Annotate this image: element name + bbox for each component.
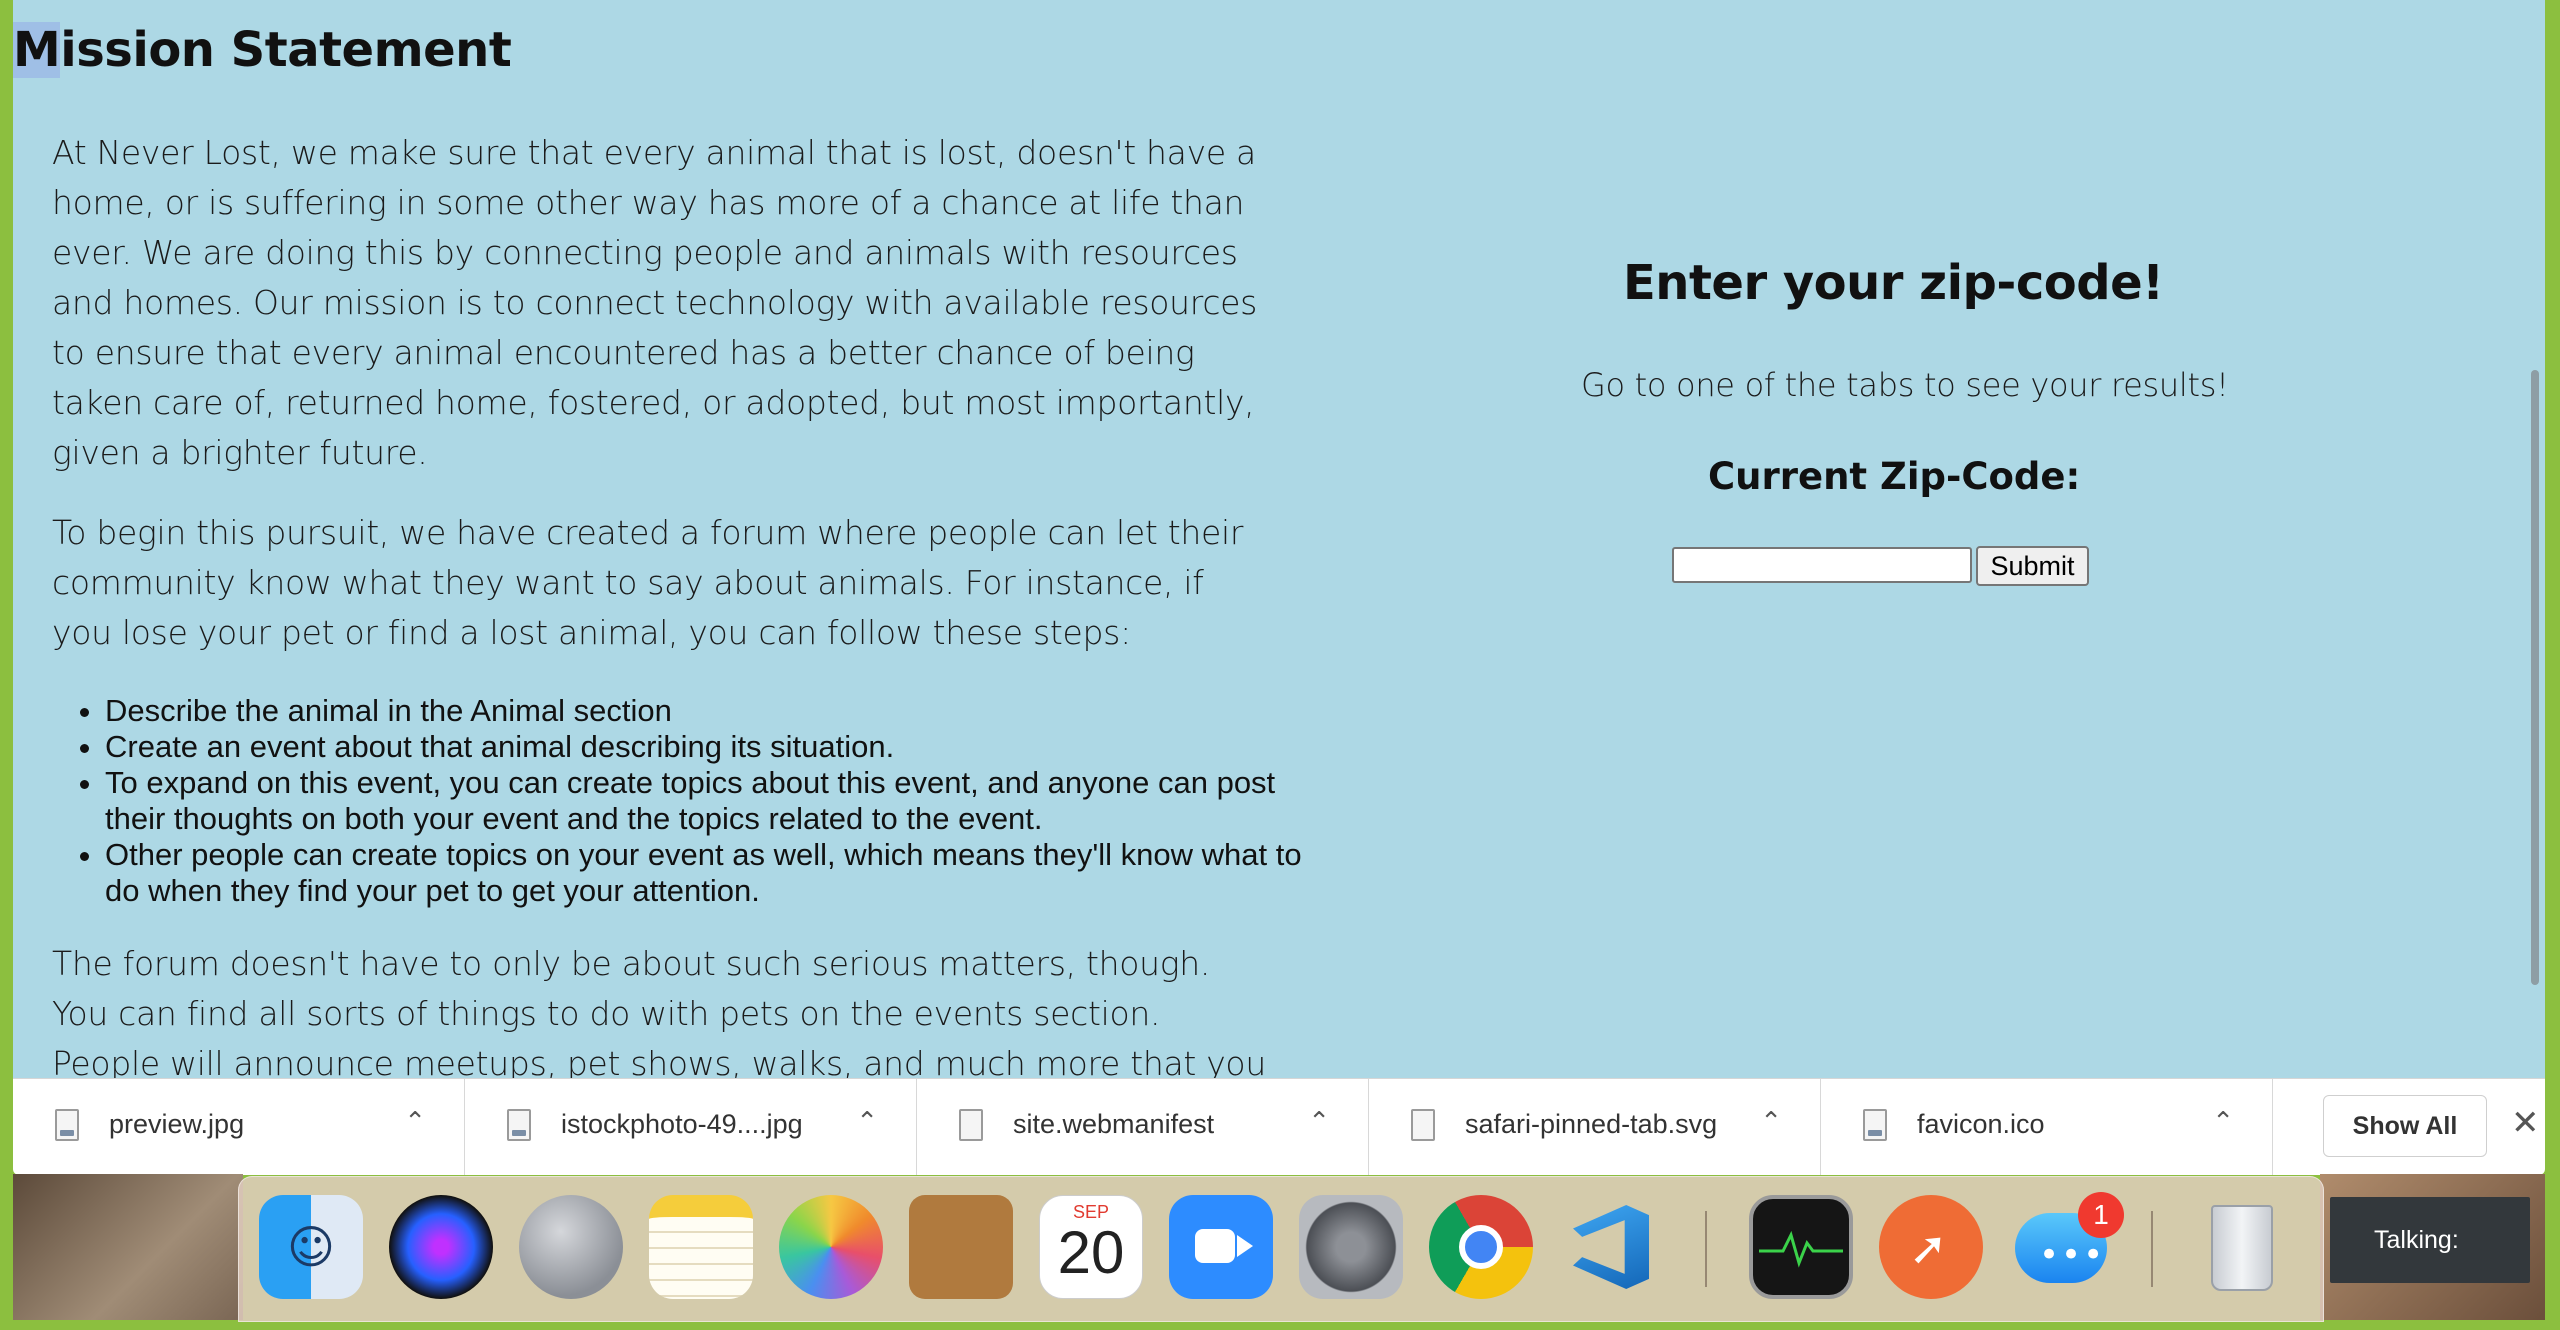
list-item: Describe the animal in the Animal sectio… [105,693,1315,729]
siri-icon[interactable] [389,1195,493,1299]
zip-input[interactable] [1672,547,1972,583]
rocket-icon: ➚ [1909,1221,1948,1275]
jpeg-file-icon [55,1109,79,1141]
download-item[interactable]: favicon.ico ⌃ [1821,1079,2273,1175]
mission-title-text: ission Statement [60,22,512,78]
show-all-button[interactable]: Show All [2323,1095,2487,1157]
chevron-up-icon[interactable]: ⌃ [1308,1107,1330,1137]
chevron-up-icon[interactable]: ⌃ [404,1107,426,1137]
talking-indicator: Talking: [2330,1197,2530,1283]
blank-file-icon [959,1109,983,1141]
mission-paragraph-2: To begin this pursuit, we have created a… [52,513,1244,652]
download-filename: preview.jpg [109,1109,245,1139]
video-camera-icon [1195,1229,1253,1263]
zoom-icon[interactable] [1169,1195,1273,1299]
ico-file-icon [1863,1109,1887,1141]
vscode-logo-icon [1573,1205,1649,1289]
mission-title-selected-letter: M [13,22,61,78]
download-item[interactable]: safari-pinned-tab.svg ⌃ [1369,1079,1821,1175]
contacts-icon[interactable] [909,1195,1013,1299]
download-item[interactable]: site.webmanifest ⌃ [917,1079,1369,1175]
page-scrollbar[interactable] [2531,370,2539,985]
zip-title: Enter your zip-code! [1623,255,2164,311]
trash-can-icon [2211,1205,2273,1291]
download-item[interactable]: istockphoto-49....jpg ⌃ [465,1079,917,1175]
mission-paragraph-1: At Never Lost, we make sure that every a… [52,133,1258,472]
messages-badge: 1 [2078,1192,2124,1238]
ellipsis-icon: ••• [2039,1235,2106,1275]
chevron-up-icon[interactable]: ⌃ [856,1107,878,1137]
finder-face-icon: ☺ [287,1220,335,1274]
chevron-up-icon[interactable]: ⌃ [2212,1107,2234,1137]
steps-list: Describe the animal in the Animal sectio… [65,693,1315,909]
list-item: To expand on this event, you can create … [105,765,1315,837]
chevron-up-icon[interactable]: ⌃ [1760,1107,1782,1137]
list-item: Create an event about that animal descri… [105,729,1315,765]
chrome-center-icon [1459,1225,1503,1269]
desktop-wallpaper [13,1174,243,1320]
current-zip-label: Current Zip-Code: [1708,455,2081,498]
download-bar: preview.jpg ⌃ istockphoto-49....jpg ⌃ si… [13,1078,2545,1175]
download-item[interactable]: preview.jpg ⌃ [13,1079,465,1175]
trash-icon[interactable] [2189,1195,2293,1299]
zip-subtitle: Go to one of the tabs to see your result… [1581,366,2229,404]
text-file-icon [1411,1109,1435,1141]
pulse-icon [1759,1230,1843,1268]
web-page: Mission Statement At Never Lost, we make… [13,0,2545,1078]
close-icon[interactable]: ✕ [2511,1103,2540,1143]
calendar-icon[interactable]: SEP 20 [1039,1195,1143,1299]
system-preferences-icon[interactable] [1299,1195,1403,1299]
download-filename: site.webmanifest [1013,1109,1215,1139]
finder-icon[interactable]: ☺ [259,1195,363,1299]
submit-button[interactable]: Submit [1976,546,2089,586]
vscode-icon[interactable] [1559,1195,1663,1299]
download-filename: favicon.ico [1917,1109,2045,1139]
photos-icon[interactable] [779,1195,883,1299]
postman-icon[interactable]: ➚ [1879,1195,1983,1299]
jpeg-file-icon [507,1109,531,1141]
mission-paragraph-3: The forum doesn't have to only be about … [52,944,1266,1078]
download-filename: istockphoto-49....jpg [561,1109,803,1139]
chrome-icon[interactable] [1429,1195,1533,1299]
list-item: Other people can create topics on your e… [105,837,1315,909]
download-filename: safari-pinned-tab.svg [1465,1109,1718,1139]
launchpad-icon[interactable] [519,1195,623,1299]
dock-separator [2151,1211,2153,1287]
notes-icon[interactable] [649,1195,753,1299]
activity-monitor-icon[interactable] [1749,1195,1853,1299]
dock: ☺ SEP 20 ➚ ••• [238,1176,2324,1322]
dock-separator [1705,1211,1707,1287]
calendar-day: 20 [1057,1219,1125,1286]
mission-title: Mission Statement [13,22,512,78]
